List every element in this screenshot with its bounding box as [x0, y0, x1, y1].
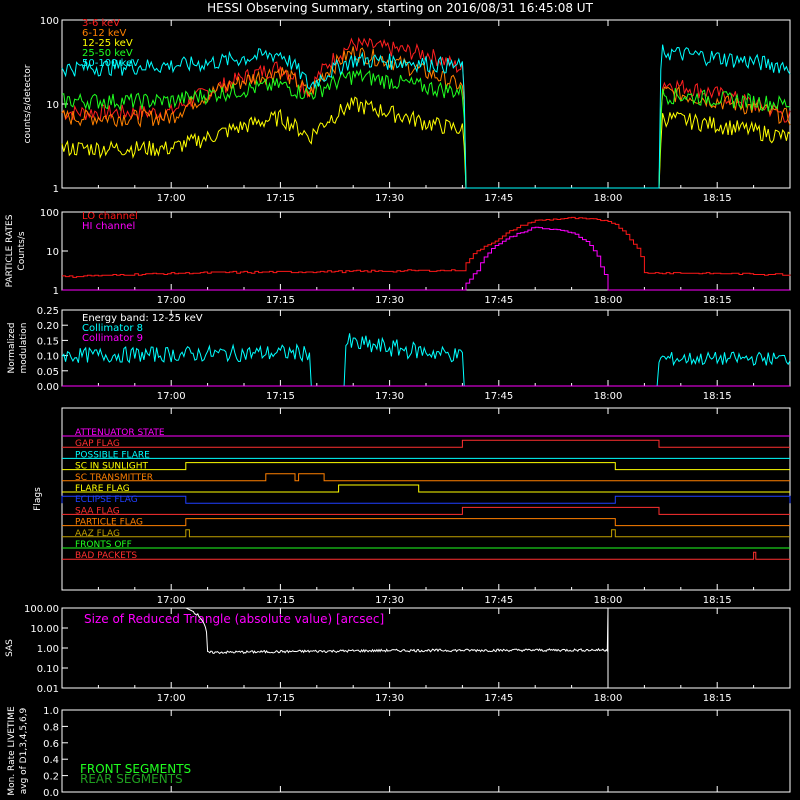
y-tick-label: 0.4 [43, 755, 59, 766]
counts-ylabel: counts/s/detector [23, 64, 33, 143]
x-tick-label: 17:45 [484, 193, 513, 204]
y-tick-label: 0.01 [37, 684, 59, 695]
x-tick-label: 18:00 [594, 193, 623, 204]
x-tick-label: 17:15 [266, 193, 295, 204]
x-tick-label: 17:45 [484, 693, 513, 704]
series-LO channel [62, 216, 791, 278]
x-tick-label: 17:00 [157, 295, 186, 306]
flags-frame [61, 407, 791, 591]
flag-line-BAD PACKETS [62, 551, 790, 560]
y-tick-label: 0.8 [43, 722, 59, 733]
y-tick-label: 0.25 [37, 306, 59, 317]
x-tick-label: 18:00 [594, 295, 623, 306]
series-HI channel [62, 226, 790, 291]
legend-HI channel: HI channel [82, 221, 135, 232]
summary-plot: HESSI Observing Summary, starting on 201… [5, 1, 791, 799]
flag-line-ECLIPSE FLAG [61, 495, 791, 504]
x-tick-label: 17:00 [157, 693, 186, 704]
y-tick-label: 10 [46, 100, 59, 111]
flag-line-SC IN SUNLIGHT [62, 462, 790, 471]
x-tick-label: 17:45 [484, 295, 513, 306]
x-tick-label: 17:45 [484, 391, 513, 402]
particle-ylabel-2: Counts/s [17, 231, 27, 270]
hessi-summary-figure: { "title": "HESSI Observing Summary, sta… [0, 0, 800, 800]
particle-rates-panel: 17:00 17:15 17:30 17:45 18:00 18:15 100 10 1 PART… [5, 208, 791, 306]
livetime-panel: 1.0 0.8 0.6 0.4 0.2 0.0 Mon. Rate LIVETIME avg … [7, 706, 791, 799]
x-tick-label: 17:15 [266, 391, 295, 402]
modulation-ylabel-2: modulation [19, 323, 29, 374]
x-tick-label: 17:15 [266, 595, 295, 606]
x-tick-label: 18:15 [703, 193, 732, 204]
flags-panel: 17:00 17:15 17:30 17:45 18:00 18:15FlagsATTEN… [33, 407, 791, 606]
livetime-ylabel-2: avg of D1,3,4,5,6,9 [19, 707, 29, 794]
series-6-12 keV [61, 46, 791, 189]
livetime-ylabel-1: Mon. Rate LIVETIME [7, 706, 17, 796]
y-tick-label: 100 [40, 208, 59, 219]
flag-line-SAA FLAG [62, 506, 790, 515]
x-tick-label: 18:00 [594, 693, 623, 704]
y-tick-label: 10 [46, 247, 59, 258]
x-tick-label: 17:30 [375, 693, 404, 704]
x-tick-label: 17:15 [266, 295, 295, 306]
x-tick-label: 17:30 [375, 295, 404, 306]
x-tick-label: 17:15 [266, 693, 295, 704]
x-tick-label: 17:00 [157, 193, 186, 204]
particle-ylabel-1: PARTICLE RATES [5, 214, 15, 287]
particle-frame [61, 211, 791, 291]
x-tick-label: 18:15 [703, 595, 732, 606]
sas-ylabel: SAS [5, 639, 15, 657]
flags-ylabel: Flags [33, 487, 43, 511]
y-tick-label: 0.20 [37, 321, 59, 332]
x-tick-label: 17:00 [157, 595, 186, 606]
counts-panel: 17:00 17:15 17:30 17:45 18:00 18:15 100 10 1 coun… [23, 16, 791, 204]
x-tick-label: 18:00 [594, 391, 623, 402]
x-tick-label: 17:00 [157, 391, 186, 402]
x-tick-label: 17:30 [375, 595, 404, 606]
y-tick-label: 0.15 [37, 336, 59, 347]
x-tick-label: 17:30 [375, 193, 404, 204]
modulation-ylabel-1: Normalized [7, 322, 17, 373]
x-tick-label: 18:15 [703, 295, 732, 306]
sas-panel: 17:00 17:15 17:30 17:45 18:00 18:15 100.00 10.0… [5, 604, 791, 704]
flag-line-PARTICLE FLAG [62, 518, 790, 527]
flag-line-GAP FLAG [62, 439, 790, 448]
series-12-25 keV [61, 96, 791, 189]
x-tick-label: 18:15 [703, 693, 732, 704]
x-tick-label: 18:15 [703, 391, 732, 402]
y-tick-label: 0.10 [37, 352, 59, 363]
x-tick-label: 17:45 [484, 595, 513, 606]
y-tick-label: 0.10 [37, 664, 59, 675]
flag-line-FLARE FLAG [62, 484, 790, 493]
y-tick-label: 0.6 [43, 739, 59, 750]
flag-line-AAZ FLAG [62, 529, 790, 538]
y-tick-label: 1 [53, 286, 59, 297]
y-tick-label: 0.00 [37, 382, 59, 393]
figure-title: HESSI Observing Summary, starting on 201… [207, 1, 593, 15]
y-tick-label: 10.00 [30, 624, 59, 635]
sas-legend: Size of Reduced Triangle (absolute value… [84, 612, 384, 626]
legend-50-100 keV: 50-100 keV [82, 58, 139, 69]
y-tick-label: 1.0 [43, 706, 59, 717]
modulation-panel: 17:00 17:15 17:30 17:45 18:00 18:15 0.25 0.20 0.… [7, 306, 791, 402]
series-Collimator 8 [61, 333, 791, 387]
y-tick-label: 100.00 [24, 604, 59, 615]
x-tick-label: 18:00 [594, 595, 623, 606]
flag-line-SC TRANSMITTER [62, 473, 790, 482]
y-tick-label: 0.0 [43, 788, 59, 799]
y-tick-label: 100 [40, 16, 59, 27]
y-tick-label: 1 [53, 184, 59, 195]
x-tick-label: 17:30 [375, 391, 404, 402]
y-tick-label: 0.2 [43, 772, 59, 783]
legend-Collimator 9: Collimator 9 [82, 333, 143, 344]
rear-segments-label: REAR SEGMENTS [80, 772, 183, 786]
y-tick-label: 0.05 [37, 367, 59, 378]
y-tick-label: 1.00 [37, 644, 59, 655]
